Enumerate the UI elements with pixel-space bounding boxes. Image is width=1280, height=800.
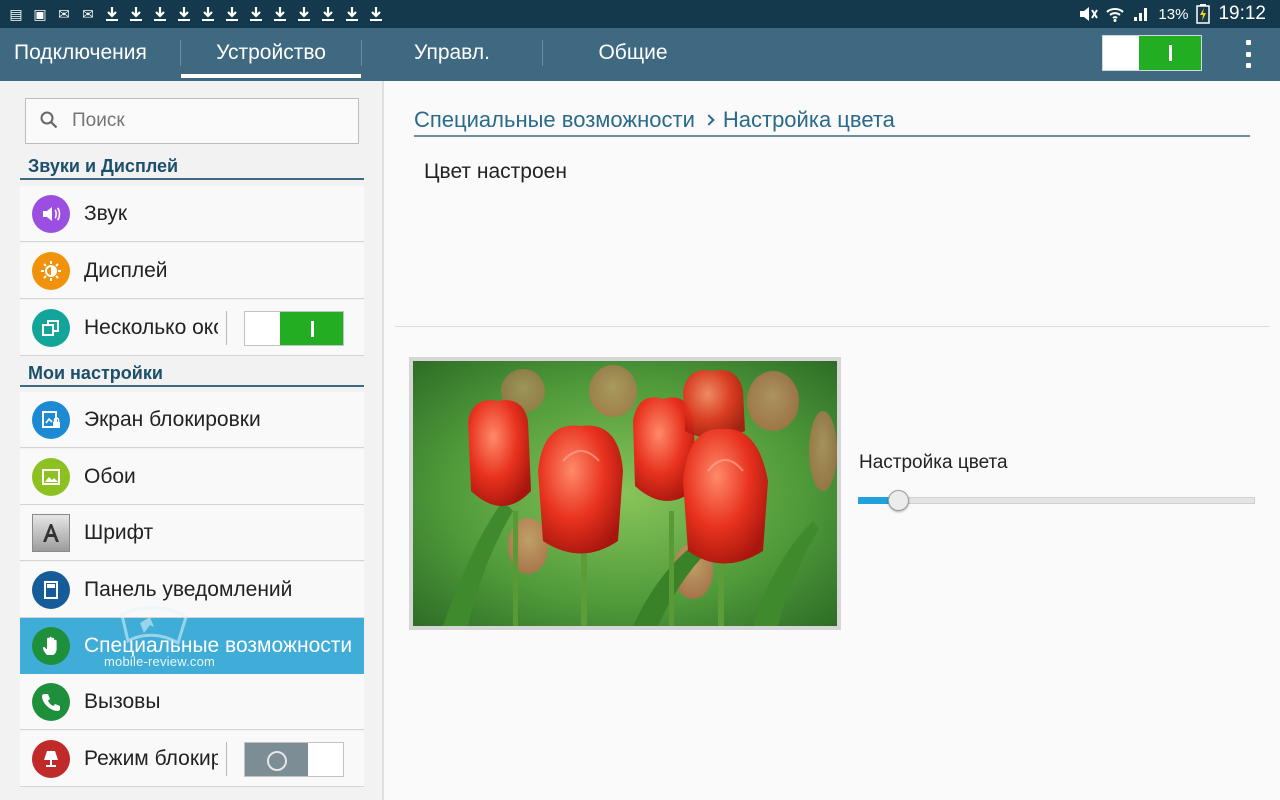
slider-track <box>858 497 1255 504</box>
search-icon <box>40 111 58 129</box>
sidebar-item-sound[interactable]: Звук <box>20 186 364 242</box>
download-icon <box>368 6 384 22</box>
sidebar-item-wallpaper[interactable]: Обои <box>20 449 364 505</box>
multi-window-icon <box>32 309 70 347</box>
download-icon <box>296 6 312 22</box>
download-icon <box>320 6 336 22</box>
sidebar-item-label: Режим блокировки <box>84 747 218 770</box>
sidebar-item-label: Обои <box>84 465 136 488</box>
overflow-menu-icon[interactable] <box>1236 37 1260 71</box>
blocking-mode-toggle[interactable] <box>244 742 344 777</box>
slider-thumb[interactable] <box>888 490 909 511</box>
sidebar-item-font[interactable]: Шрифт <box>20 505 364 561</box>
multi-window-toggle[interactable] <box>244 311 344 346</box>
status-bar: ▤ ▣ ✉ ✉ 13% 19:12 <box>0 0 1280 28</box>
tab-bar: Подключения Устройство Управл. Общие <box>0 28 1280 81</box>
sidebar-item-label: Вызовы <box>84 690 161 713</box>
tab-controls[interactable]: Управл. <box>362 28 542 81</box>
sidebar-item-display[interactable]: Дисплей <box>20 243 364 299</box>
sim-icon: ▤ <box>9 6 23 22</box>
color-adjust-label: Настройка цвета <box>859 452 1008 473</box>
chevron-right-icon <box>703 114 715 126</box>
wallpaper-icon <box>32 458 70 496</box>
image-icon: ▣ <box>33 6 47 22</box>
search-box[interactable] <box>25 98 359 144</box>
breadcrumb-current: Настройка цвета <box>722 107 895 132</box>
divider <box>226 742 227 776</box>
font-icon <box>32 514 70 552</box>
download-icon <box>224 6 240 22</box>
search-input[interactable] <box>72 99 342 143</box>
master-switch[interactable] <box>1102 35 1202 71</box>
mail-icon: ✉ <box>58 6 70 22</box>
sidebar-item-label: Звук <box>84 202 128 225</box>
download-icon <box>248 6 264 22</box>
phone-icon <box>32 683 70 721</box>
notification-panel-icon <box>32 571 70 609</box>
download-icon <box>176 6 192 22</box>
notification-icons: ▤ ▣ ✉ ✉ <box>8 3 384 25</box>
breadcrumb: Специальные возможности Настройка цвета <box>414 105 1250 137</box>
color-preview-image <box>409 357 841 630</box>
signal-icon <box>1134 8 1148 21</box>
hand-icon <box>32 627 70 665</box>
sidebar-item-notification-panel[interactable]: Панель уведомлений <box>20 562 364 618</box>
divider <box>226 311 227 345</box>
sidebar-item-label: Экран блокировки <box>84 408 261 431</box>
content-divider <box>395 326 1270 327</box>
download-icon <box>152 6 168 22</box>
watermark-text: mobile-review.com <box>104 654 216 669</box>
status-right: 13% 19:12 <box>1078 0 1266 28</box>
tab-general[interactable]: Общие <box>543 28 723 81</box>
sidebar-item-label: Дисплей <box>84 259 168 282</box>
sidebar-item-multi-window[interactable]: Несколько окон <box>20 300 364 356</box>
battery-charging-icon <box>1196 4 1211 24</box>
sidebar-item-label: Несколько окон <box>84 316 218 339</box>
download-icon <box>272 6 288 22</box>
sidebar-item-blocking-mode[interactable]: Режим блокировки <box>20 731 364 787</box>
clock: 19:12 <box>1218 3 1266 24</box>
section-header-my-settings: Мои настройки <box>20 363 364 387</box>
sidebar-item-label: Шрифт <box>84 521 154 544</box>
section-header-sound-display: Звуки и Дисплей <box>20 156 364 180</box>
mute-icon <box>1080 7 1099 21</box>
breadcrumb-parent[interactable]: Специальные возможности <box>414 107 695 133</box>
brightness-icon <box>32 252 70 290</box>
settings-sidebar: Звуки и Дисплей Звук Дисплей Несколько о… <box>0 81 382 800</box>
download-icon <box>344 6 360 22</box>
sidebar-item-calls[interactable]: Вызовы <box>20 674 364 730</box>
watermark-logo <box>120 606 188 646</box>
download-icon <box>104 6 120 22</box>
panel-divider <box>382 81 384 800</box>
wifi-icon <box>1106 8 1125 22</box>
lamp-icon <box>32 740 70 778</box>
color-status-text: Цвет настроен <box>424 160 567 183</box>
tab-connections[interactable]: Подключения <box>14 28 164 81</box>
mail-alert-icon: ✉ <box>82 6 94 22</box>
download-icon <box>128 6 144 22</box>
battery-percent: 13% <box>1158 5 1189 23</box>
speaker-icon <box>32 195 70 233</box>
lock-screen-icon <box>32 401 70 439</box>
tab-device[interactable]: Устройство <box>181 28 361 81</box>
sidebar-item-lock-screen[interactable]: Экран блокировки <box>20 392 364 448</box>
download-icon <box>200 6 216 22</box>
color-adjust-slider[interactable] <box>858 490 1255 512</box>
